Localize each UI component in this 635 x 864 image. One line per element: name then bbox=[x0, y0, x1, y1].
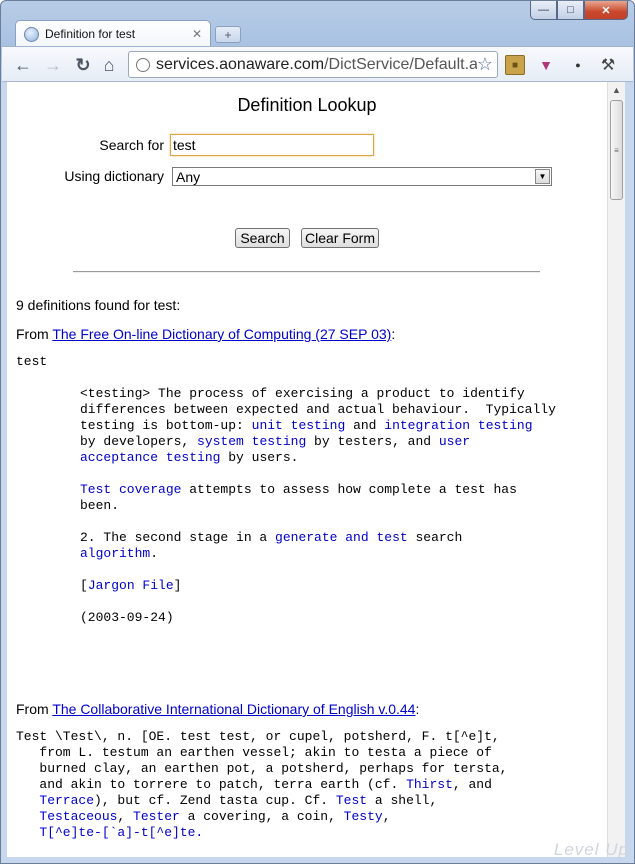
link-algorithm[interactable]: algorithm bbox=[80, 546, 150, 561]
dictionary-label: Using dictionary bbox=[64, 168, 164, 184]
url-text: services.aonaware.com/DictService/Defaul… bbox=[156, 55, 477, 73]
source-line-gcide: From The Collaborative International Dic… bbox=[16, 701, 420, 717]
search-label: Search for bbox=[99, 137, 164, 153]
dictionary-select[interactable]: Any ▼ bbox=[172, 167, 552, 186]
gcide-source-link[interactable]: The Collaborative International Dictiona… bbox=[52, 701, 415, 717]
page-content: Definition Lookup Search for Using dicti… bbox=[7, 82, 607, 857]
maximize-button[interactable]: □ bbox=[557, 1, 584, 20]
link-integration-testing[interactable]: integration testing bbox=[384, 418, 532, 433]
forward-icon[interactable]: → bbox=[42, 54, 64, 76]
back-icon[interactable]: ← bbox=[12, 54, 34, 76]
extension-icon[interactable]: ■ bbox=[505, 55, 525, 75]
clear-form-button[interactable]: Clear Form bbox=[301, 228, 379, 248]
link-testy[interactable]: Testy bbox=[344, 809, 383, 824]
source-line-foldoc: From The Free On-line Dictionary of Comp… bbox=[16, 326, 396, 342]
wrench-icon[interactable]: ⚒ bbox=[598, 55, 618, 75]
window-controls: — □ ✕ bbox=[530, 1, 628, 20]
link-test[interactable]: Test bbox=[336, 793, 367, 808]
close-tab-icon[interactable]: ✕ bbox=[192, 27, 202, 41]
link-acceptance-testing[interactable]: acceptance testing bbox=[80, 450, 220, 465]
dictionary-selected-value: Any bbox=[176, 168, 201, 185]
chevron-down-icon[interactable]: ▼ bbox=[535, 169, 550, 184]
minimize-button[interactable]: — bbox=[530, 1, 557, 20]
scroll-up-icon[interactable]: ▲ bbox=[608, 82, 625, 98]
vertical-scrollbar[interactable]: ▲ ≡ bbox=[607, 82, 625, 857]
browser-toolbar: ← → ↻ ⌂ services.aonaware.com/DictServic… bbox=[2, 46, 633, 82]
reload-icon[interactable]: ↻ bbox=[72, 54, 94, 76]
link-test-coverage[interactable]: Test coverage bbox=[80, 482, 181, 497]
page-title: Definition Lookup bbox=[237, 95, 377, 115]
new-tab-button[interactable]: + bbox=[215, 26, 241, 43]
home-icon[interactable]: ⌂ bbox=[98, 54, 120, 76]
close-window-button[interactable]: ✕ bbox=[584, 1, 628, 20]
page-icon bbox=[136, 57, 150, 72]
watermark: Level Up bbox=[553, 840, 629, 859]
scrollbar-thumb[interactable]: ≡ bbox=[610, 100, 623, 200]
results-summary: 9 definitions found for test: bbox=[16, 297, 181, 313]
link-tester[interactable]: Tester bbox=[133, 809, 180, 824]
address-bar[interactable]: services.aonaware.com/DictService/Defaul… bbox=[128, 51, 498, 78]
divider bbox=[73, 271, 540, 273]
link-system-testing[interactable]: system testing bbox=[197, 434, 306, 449]
foldoc-definition: <testing> The process of exercising a pr… bbox=[80, 386, 556, 625]
link-terrace[interactable]: Terrace bbox=[39, 793, 94, 808]
search-button[interactable]: Search bbox=[235, 228, 290, 248]
link-testaceous[interactable]: Testaceous bbox=[39, 809, 117, 824]
bookmark-star-icon[interactable]: ☆ bbox=[477, 54, 493, 75]
link-unit-testing[interactable]: unit testing bbox=[252, 418, 346, 433]
link-user[interactable]: user bbox=[439, 434, 470, 449]
tab-definition[interactable]: Definition for test ✕ bbox=[15, 20, 211, 47]
link-jargon-file[interactable]: Jargon File bbox=[88, 578, 174, 593]
foldoc-source-link[interactable]: The Free On-line Dictionary of Computing… bbox=[52, 326, 391, 342]
search-input[interactable] bbox=[170, 134, 374, 156]
thumbs-down-icon[interactable]: ▼ bbox=[536, 55, 556, 75]
tab-title: Definition for test bbox=[45, 27, 136, 41]
link-thirst[interactable]: Thirst bbox=[406, 777, 453, 792]
gcide-definition: Test \Test\, n. [OE. test test, or cupel… bbox=[16, 729, 508, 841]
headword: test bbox=[16, 354, 48, 369]
off-extension-icon[interactable]: ● bbox=[568, 55, 588, 75]
link-generate-and-test[interactable]: generate and test bbox=[275, 530, 408, 545]
globe-icon bbox=[24, 26, 39, 42]
link-tete-a-tete[interactable]: T[^e]te-[`a]-t[^e]te. bbox=[16, 825, 507, 841]
